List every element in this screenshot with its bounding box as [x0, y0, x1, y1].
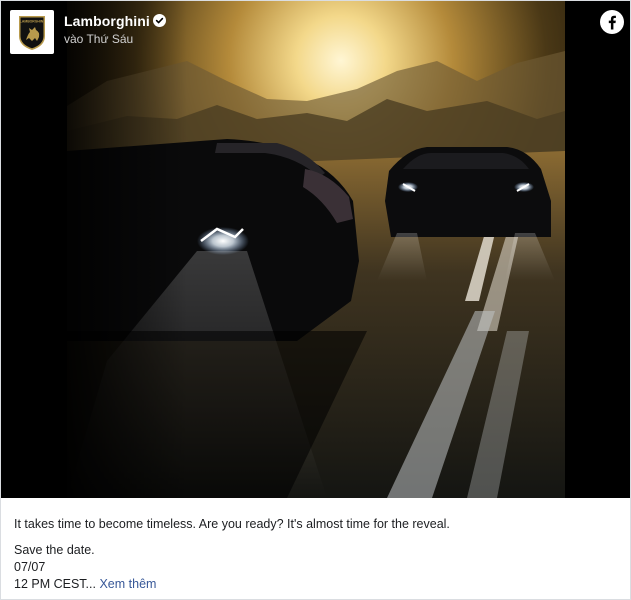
- see-more-link[interactable]: Xem thêm: [99, 577, 156, 591]
- post-timestamp[interactable]: vào Thứ Sáu: [64, 32, 133, 46]
- caption-line: Save the date.: [14, 543, 95, 557]
- post-photo[interactable]: [67, 1, 565, 498]
- post-header: LAMBORGHINI Lamborghini vào Thứ Sáu: [1, 1, 630, 61]
- caption-line-text: 12 PM CEST...: [14, 577, 96, 591]
- page-avatar[interactable]: LAMBORGHINI: [10, 10, 54, 54]
- caption-line: 07/07: [14, 560, 46, 574]
- lamborghini-bull-shield-icon: LAMBORGHINI: [19, 16, 45, 50]
- logo-wordmark: LAMBORGHINI: [20, 20, 44, 24]
- post-caption: It takes time to become timeless. Are yo…: [14, 516, 614, 593]
- verified-badge-icon: [153, 14, 166, 27]
- post-media[interactable]: LAMBORGHINI Lamborghini vào Thứ Sáu: [1, 1, 630, 498]
- facebook-post-embed: LAMBORGHINI Lamborghini vào Thứ Sáu It t…: [0, 0, 631, 600]
- page-name-link[interactable]: Lamborghini: [64, 13, 150, 29]
- facebook-icon[interactable]: [600, 10, 624, 34]
- caption-line: It takes time to become timeless. Are yo…: [14, 517, 450, 531]
- caption-line-last: 12 PM CEST... Xem thêm: [14, 576, 614, 593]
